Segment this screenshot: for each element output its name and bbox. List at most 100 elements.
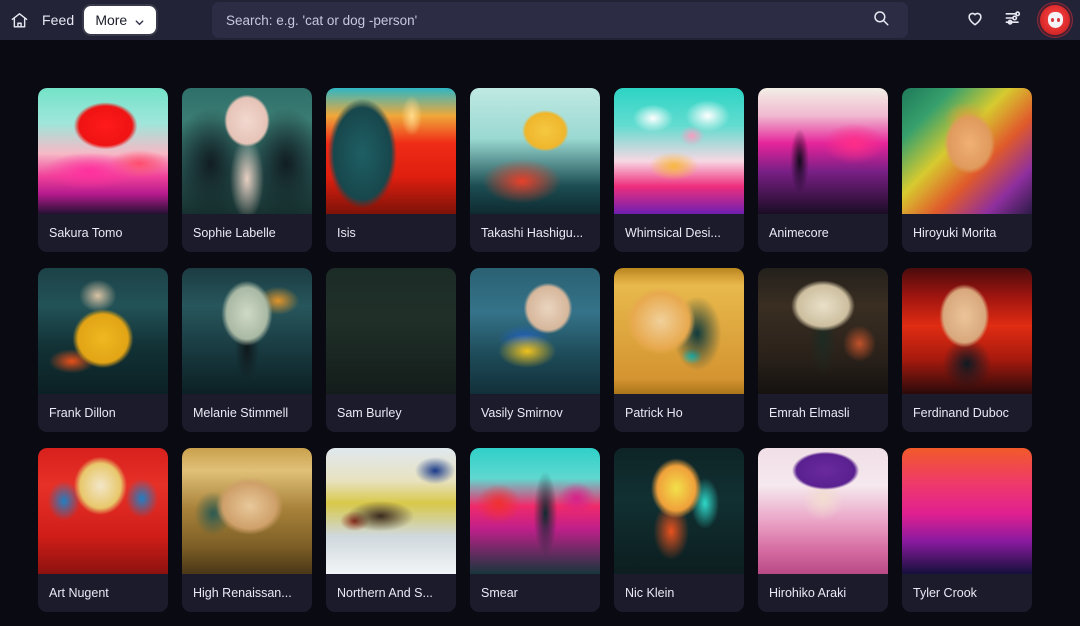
artwork-thumbnail[interactable] bbox=[758, 88, 888, 214]
artwork-card[interactable]: Isis bbox=[326, 88, 456, 252]
artwork-thumbnail-detail bbox=[614, 448, 744, 574]
avatar-face-icon bbox=[1047, 12, 1063, 28]
artwork-thumbnail[interactable] bbox=[38, 268, 168, 394]
artwork-card[interactable]: Sam Burley bbox=[326, 268, 456, 432]
artwork-thumbnail[interactable] bbox=[902, 448, 1032, 574]
artwork-card-label: Nic Klein bbox=[614, 574, 744, 612]
artwork-card[interactable]: Nic Klein bbox=[614, 448, 744, 612]
artwork-thumbnail[interactable] bbox=[38, 88, 168, 214]
artwork-card[interactable]: Hirohiko Araki bbox=[758, 448, 888, 612]
artwork-thumbnail[interactable] bbox=[38, 448, 168, 574]
artwork-thumbnail-detail bbox=[470, 268, 600, 394]
artwork-card[interactable]: Emrah Elmasli bbox=[758, 268, 888, 432]
heart-icon bbox=[965, 8, 985, 33]
artwork-thumbnail[interactable] bbox=[614, 88, 744, 214]
artwork-card[interactable]: Sophie Labelle bbox=[182, 88, 312, 252]
app-header: Feed More bbox=[0, 0, 1080, 40]
artwork-card-title: Ferdinand Duboc bbox=[913, 406, 1009, 420]
artwork-card[interactable]: Patrick Ho bbox=[614, 268, 744, 432]
artwork-thumbnail[interactable] bbox=[326, 88, 456, 214]
artwork-thumbnail[interactable] bbox=[182, 268, 312, 394]
artwork-card[interactable]: Takashi Hashigu... bbox=[470, 88, 600, 252]
artwork-card[interactable]: Northern And S... bbox=[326, 448, 456, 612]
artwork-card-label: Patrick Ho bbox=[614, 394, 744, 432]
artwork-card-label: Sakura Tomo bbox=[38, 214, 168, 252]
artwork-card-label: Sophie Labelle bbox=[182, 214, 312, 252]
artwork-card-label: Melanie Stimmell bbox=[182, 394, 312, 432]
artwork-thumbnail-detail bbox=[326, 268, 456, 394]
home-button[interactable] bbox=[0, 0, 38, 40]
artwork-card-label: Emrah Elmasli bbox=[758, 394, 888, 432]
artwork-card-label: Northern And S... bbox=[326, 574, 456, 612]
artwork-card[interactable]: Melanie Stimmell bbox=[182, 268, 312, 432]
user-avatar[interactable] bbox=[1040, 5, 1070, 35]
artwork-thumbnail-detail bbox=[470, 88, 600, 214]
artwork-card[interactable]: Frank Dillon bbox=[38, 268, 168, 432]
artwork-thumbnail-detail bbox=[614, 268, 744, 394]
artwork-thumbnail[interactable] bbox=[902, 88, 1032, 214]
artwork-thumbnail[interactable] bbox=[614, 268, 744, 394]
artwork-thumbnail[interactable] bbox=[758, 448, 888, 574]
artwork-thumbnail-detail bbox=[902, 88, 1032, 214]
artwork-thumbnail-detail bbox=[758, 268, 888, 394]
artwork-card-label: High Renaissan... bbox=[182, 574, 312, 612]
artwork-card[interactable]: Hiroyuki Morita bbox=[902, 88, 1032, 252]
artwork-thumbnail-detail bbox=[902, 268, 1032, 394]
artwork-thumbnail-detail bbox=[38, 88, 168, 214]
artwork-card-title: Whimsical Desi... bbox=[625, 226, 721, 240]
artwork-card[interactable]: Animecore bbox=[758, 88, 888, 252]
artwork-thumbnail[interactable] bbox=[758, 268, 888, 394]
artwork-thumbnail-detail bbox=[38, 268, 168, 394]
artwork-thumbnail-detail bbox=[614, 88, 744, 214]
artwork-thumbnail-detail bbox=[470, 448, 600, 574]
more-button-label: More bbox=[95, 12, 128, 28]
artwork-card[interactable]: Smear bbox=[470, 448, 600, 612]
artwork-card-label: Sam Burley bbox=[326, 394, 456, 432]
artwork-card[interactable]: Vasily Smirnov bbox=[470, 268, 600, 432]
chevron-down-icon bbox=[134, 15, 145, 26]
artwork-card-title: Animecore bbox=[769, 226, 829, 240]
artwork-thumbnail-detail bbox=[758, 448, 888, 574]
artwork-card-title: High Renaissan... bbox=[193, 586, 292, 600]
artwork-thumbnail[interactable] bbox=[470, 268, 600, 394]
search-icon bbox=[872, 9, 890, 32]
favorites-button[interactable] bbox=[964, 9, 986, 31]
artwork-thumbnail-detail bbox=[182, 268, 312, 394]
artwork-card-label: Hiroyuki Morita bbox=[902, 214, 1032, 252]
artwork-card-label: Takashi Hashigu... bbox=[470, 214, 600, 252]
artwork-card-title: Hiroyuki Morita bbox=[913, 226, 997, 240]
artwork-thumbnail[interactable] bbox=[326, 268, 456, 394]
artwork-thumbnail[interactable] bbox=[326, 448, 456, 574]
search-bar[interactable] bbox=[212, 2, 908, 38]
artwork-card-title: Frank Dillon bbox=[49, 406, 116, 420]
artwork-thumbnail[interactable] bbox=[470, 88, 600, 214]
artwork-card-title: Isis bbox=[337, 226, 356, 240]
artwork-card-title: Patrick Ho bbox=[625, 406, 683, 420]
artwork-grid: Sakura Tomo Sophie Labelle Isis Takashi Has… bbox=[0, 40, 1080, 626]
artwork-card[interactable]: Tyler Crook bbox=[902, 448, 1032, 612]
artwork-thumbnail-detail bbox=[758, 88, 888, 214]
artwork-thumbnail[interactable] bbox=[182, 88, 312, 214]
artwork-card[interactable]: Whimsical Desi... bbox=[614, 88, 744, 252]
artwork-card-label: Animecore bbox=[758, 214, 888, 252]
nav-feed-label: Feed bbox=[42, 12, 75, 28]
header-actions bbox=[964, 0, 1070, 40]
artwork-thumbnail[interactable] bbox=[182, 448, 312, 574]
nav-feed[interactable]: Feed bbox=[38, 12, 84, 28]
artwork-thumbnail[interactable] bbox=[614, 448, 744, 574]
artwork-card[interactable]: Sakura Tomo bbox=[38, 88, 168, 252]
artwork-card-title: Emrah Elmasli bbox=[769, 406, 850, 420]
settings-button[interactable] bbox=[1002, 9, 1024, 31]
search-submit-button[interactable] bbox=[854, 2, 908, 38]
artwork-card-title: Sophie Labelle bbox=[193, 226, 276, 240]
artwork-card[interactable]: High Renaissan... bbox=[182, 448, 312, 612]
search-input[interactable] bbox=[212, 2, 854, 38]
artwork-thumbnail[interactable] bbox=[902, 268, 1032, 394]
artwork-card[interactable]: Art Nugent bbox=[38, 448, 168, 612]
artwork-card-title: Art Nugent bbox=[49, 586, 109, 600]
artwork-thumbnail[interactable] bbox=[470, 448, 600, 574]
artwork-thumbnail-detail bbox=[182, 88, 312, 214]
artwork-card[interactable]: Ferdinand Duboc bbox=[902, 268, 1032, 432]
more-button[interactable]: More bbox=[84, 6, 157, 34]
artwork-card-title: Sakura Tomo bbox=[49, 226, 123, 240]
